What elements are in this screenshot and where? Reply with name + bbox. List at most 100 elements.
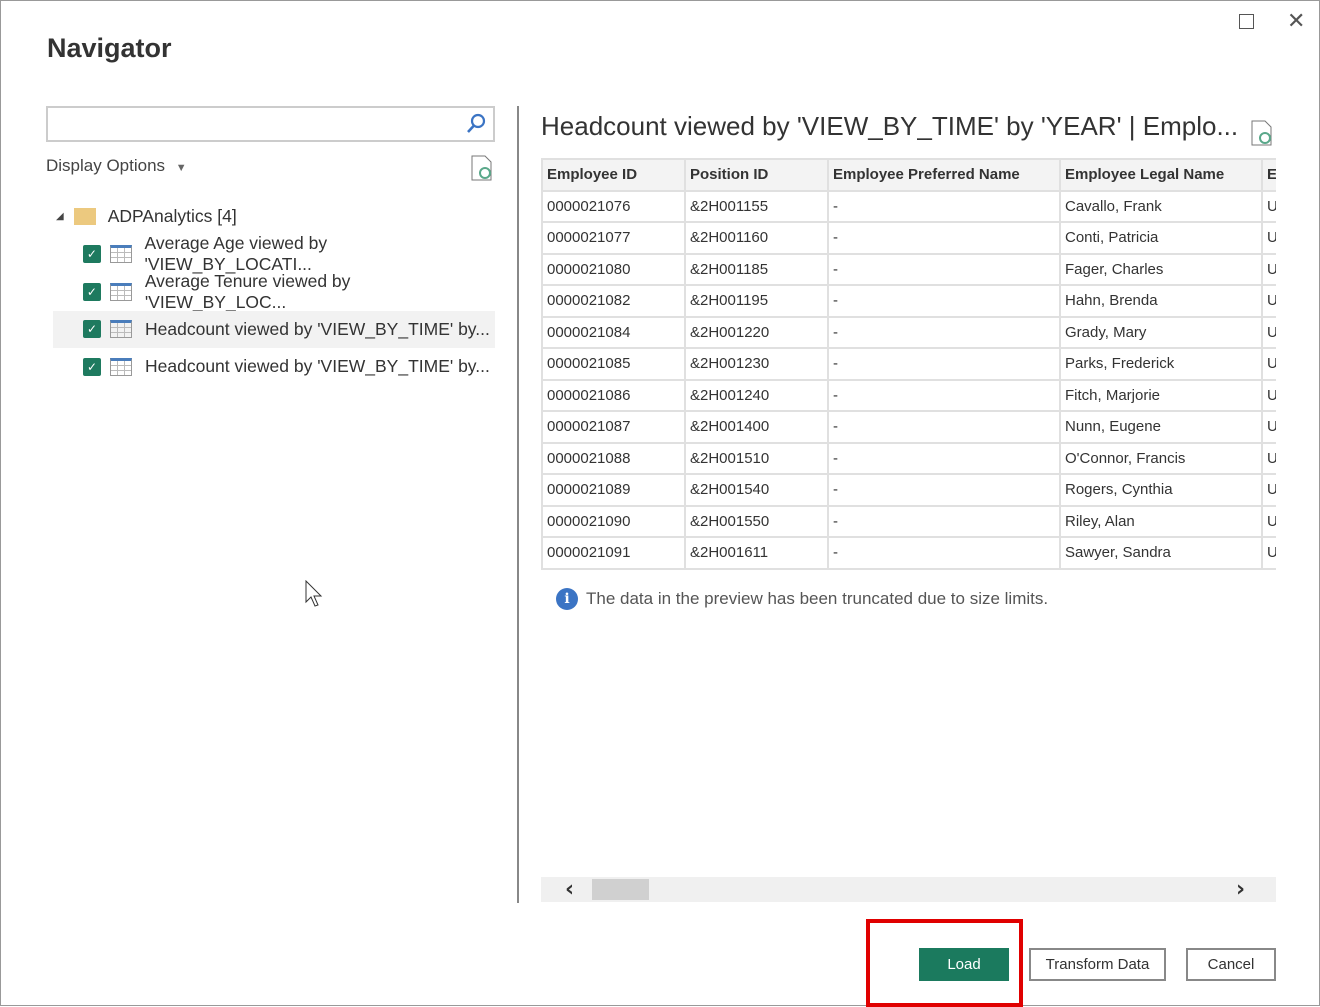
table-cell: &2H001185 (684, 252, 829, 286)
table-cell: - (827, 284, 1061, 318)
navigator-dialog: Navigator ✕ Display Options ▼ ◢ ADPAnaly… (0, 0, 1320, 1007)
tree-item[interactable]: ✓ Average Tenure viewed by 'VIEW_BY_LOC..… (53, 271, 495, 312)
highlight-box (866, 919, 1023, 1007)
table-cell: - (827, 315, 1061, 349)
dialog-title: Navigator (47, 33, 172, 63)
tree-item-label: Average Age viewed by 'VIEW_BY_LOCATI... (144, 233, 328, 275)
table-row: 0000021084&2H001220-Grady, MaryU (541, 315, 1276, 349)
table-cell: 0000021090 (541, 504, 686, 538)
table-row: 0000021088&2H001510-O'Connor, FrancisU (541, 441, 1276, 475)
table-icon (109, 282, 132, 301)
table-cell: - (827, 221, 1061, 255)
preview-title: Headcount viewed by 'VIEW_BY_TIME' by 'Y… (541, 111, 1239, 141)
table-cell: 0000021077 (541, 221, 686, 255)
tree-root-adpanalytics[interactable]: ◢ ADPAnalytics [4] (53, 198, 495, 236)
transform-data-button[interactable]: Transform Data (1029, 948, 1166, 981)
column-header[interactable]: El (1261, 158, 1276, 192)
table-row: 0000021085&2H001230-Parks, FrederickU (541, 347, 1276, 381)
table-cell: U (1261, 504, 1276, 538)
table-header-row: Employee ID Position ID Employee Preferred… (541, 158, 1276, 192)
table-cell: U (1261, 189, 1276, 223)
table-cell: O'Connor, Francis (1059, 441, 1263, 475)
mouse-cursor-icon (305, 580, 323, 607)
tree-item[interactable]: ✓ Average Age viewed by 'VIEW_BY_LOCATI..… (53, 233, 495, 275)
scrollbar-thumb[interactable] (592, 879, 649, 900)
table-row: 0000021087&2H001400-Nunn, EugeneU (541, 410, 1276, 444)
column-header[interactable]: Position ID (684, 158, 829, 192)
table-row: 0000021089&2H001540-Rogers, CynthiaU (541, 473, 1276, 507)
checkbox[interactable]: ✓ (83, 245, 101, 264)
table-cell: 0000021085 (541, 347, 686, 381)
table-cell: U (1261, 410, 1276, 444)
truncation-notice: i The data in the preview has been trunca… (556, 588, 1048, 610)
search-input[interactable] (48, 108, 448, 140)
cancel-button[interactable]: Cancel (1186, 948, 1276, 981)
table-cell: 0000021091 (541, 536, 686, 570)
table-cell: Nunn, Eugene (1059, 410, 1263, 444)
table-cell: &2H001611 (684, 536, 829, 570)
column-header[interactable]: Employee ID (541, 158, 686, 192)
table-icon (110, 320, 132, 339)
display-options-dropdown[interactable]: Display Options ▼ (46, 156, 187, 176)
navigator-tree: ◢ ADPAnalytics [4] ✓ Average Age viewed b… (53, 198, 495, 386)
root-label: ADPAnalytics [4] (107, 206, 237, 227)
table-cell: &2H001510 (684, 441, 829, 475)
table-row: 0000021082&2H001195-Hahn, BrendaU (541, 284, 1276, 318)
table-cell: &2H001220 (684, 315, 829, 349)
table-cell: 0000021089 (541, 473, 686, 507)
scroll-left-icon[interactable]: ‹ (565, 877, 574, 902)
horizontal-scrollbar[interactable]: ‹ › (541, 877, 1276, 902)
tree-item-selected[interactable]: ✓ Headcount viewed by 'VIEW_BY_TIME' by..… (53, 310, 495, 348)
close-icon: ✕ (1287, 9, 1306, 34)
pane-divider[interactable] (517, 106, 519, 903)
table-cell: &2H001550 (684, 504, 829, 538)
table-cell: Riley, Alan (1059, 504, 1263, 538)
column-header[interactable]: Employee Preferred Name (827, 158, 1061, 192)
preview-refresh-icon[interactable] (1251, 120, 1273, 146)
table-cell: 0000021087 (541, 410, 686, 444)
table-cell: - (827, 410, 1061, 444)
table-cell: &2H001195 (684, 284, 829, 318)
table-cell: - (827, 536, 1061, 570)
table-row: 0000021090&2H001550-Riley, AlanU (541, 504, 1276, 538)
checkbox[interactable]: ✓ (83, 357, 101, 376)
table-icon (109, 245, 132, 264)
table-cell: Rogers, Cynthia (1059, 473, 1263, 507)
search-box[interactable] (46, 106, 495, 142)
tree-item[interactable]: ✓ Headcount viewed by 'VIEW_BY_TIME' by..… (53, 348, 495, 386)
table-cell: U (1261, 252, 1276, 286)
table-cell: Fitch, Marjorie (1059, 378, 1263, 412)
table-cell: 0000021082 (541, 284, 686, 318)
display-options-label: Display Options (46, 156, 166, 175)
table-cell: 0000021084 (541, 315, 686, 349)
table-cell: U (1261, 347, 1276, 381)
table-cell: U (1261, 284, 1276, 318)
table-cell: Grady, Mary (1059, 315, 1263, 349)
tree-item-label: Headcount viewed by 'VIEW_BY_TIME' by... (145, 318, 490, 339)
table-cell: &2H001155 (684, 189, 829, 223)
table-cell: Parks, Frederick (1059, 347, 1263, 381)
close-button[interactable]: ✕ (1287, 9, 1305, 34)
table-cell: Cavallo, Frank (1059, 189, 1263, 223)
table-cell: - (827, 347, 1061, 381)
table-row: 0000021086&2H001240-Fitch, MarjorieU (541, 378, 1276, 412)
chevron-down-icon: ▼ (175, 162, 187, 174)
table-cell: Conti, Patricia (1059, 221, 1263, 255)
table-cell: U (1261, 221, 1276, 255)
scroll-right-icon[interactable]: › (1236, 877, 1245, 902)
table-cell: &2H001230 (684, 347, 829, 381)
maximize-button[interactable] (1239, 9, 1254, 35)
table-cell: Fager, Charles (1059, 252, 1263, 286)
search-icon[interactable] (465, 112, 487, 136)
table-cell: 0000021088 (541, 441, 686, 475)
table-row: 0000021077&2H001160-Conti, PatriciaU (541, 221, 1276, 255)
folder-icon (73, 208, 96, 226)
truncation-text: The data in the preview has been truncat… (586, 589, 1049, 608)
table-cell: - (827, 441, 1061, 475)
refresh-icon[interactable] (471, 155, 493, 181)
checkbox[interactable]: ✓ (83, 320, 101, 339)
checkbox[interactable]: ✓ (83, 282, 101, 301)
collapse-icon[interactable]: ◢ (56, 211, 64, 222)
table-cell: U (1261, 536, 1276, 570)
column-header[interactable]: Employee Legal Name (1059, 158, 1263, 192)
